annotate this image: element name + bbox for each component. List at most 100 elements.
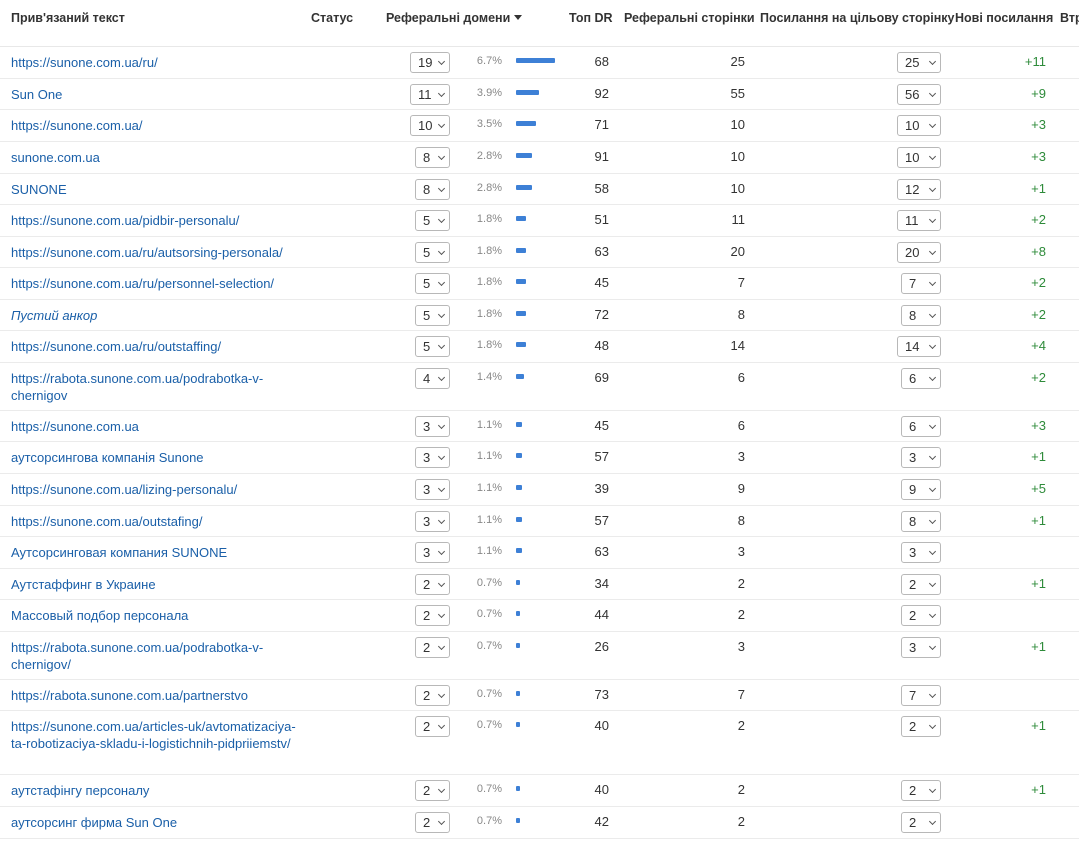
- ref-domains-dropdown[interactable]: 2: [415, 685, 450, 706]
- target-links-dropdown[interactable]: 2: [901, 605, 941, 626]
- target-links-dropdown[interactable]: 8: [901, 511, 941, 532]
- chevron-down-icon: [437, 184, 446, 192]
- target-links-dropdown[interactable]: 12: [897, 179, 941, 200]
- anchor-link[interactable]: Аутстаффинг в Украине: [11, 577, 301, 594]
- column-header-links-to-target[interactable]: Посилання на цільову сторінку: [760, 11, 954, 25]
- ref-domains-dropdown[interactable]: 3: [415, 511, 450, 532]
- target-links-dropdown[interactable]: 20: [897, 242, 941, 263]
- ref-domains-dropdown[interactable]: 4: [415, 368, 450, 389]
- target-links-value: 56: [905, 87, 920, 102]
- ref-domains-dropdown[interactable]: 2: [415, 605, 450, 626]
- ref-pages-value: 2: [737, 607, 745, 622]
- column-header-new-links[interactable]: Нові посилання: [955, 11, 1053, 25]
- target-links-dropdown[interactable]: 3: [901, 637, 941, 658]
- ref-domains-share-bar: [516, 279, 526, 284]
- ref-domains-dropdown[interactable]: 19: [410, 52, 450, 73]
- column-header-lost[interactable]: Втр: [1060, 11, 1079, 25]
- target-links-dropdown[interactable]: 56: [897, 84, 941, 105]
- anchor-link[interactable]: https://sunone.com.ua/ru/autsorsing-pers…: [11, 245, 301, 262]
- chevron-down-icon: [437, 690, 446, 698]
- target-links-value: 2: [909, 815, 917, 830]
- ref-domains-dropdown[interactable]: 8: [415, 179, 450, 200]
- target-links-dropdown[interactable]: 2: [901, 716, 941, 737]
- target-links-dropdown[interactable]: 9: [901, 479, 941, 500]
- ref-domains-dropdown[interactable]: 5: [415, 273, 450, 294]
- table-row: https://rabota.sunone.com.ua/partnerstvo…: [0, 680, 1079, 711]
- anchor-link[interactable]: https://sunone.com.ua/ru/personnel-selec…: [11, 276, 301, 293]
- table-row: sunone.com.ua 8 2.8% 91 10 10 +3: [0, 142, 1079, 174]
- target-links-dropdown[interactable]: 2: [901, 574, 941, 595]
- anchor-link[interactable]: sunone.com.ua: [11, 150, 301, 167]
- anchor-link[interactable]: аутсорсингова компанія Sunone: [11, 450, 301, 467]
- ref-domains-dropdown[interactable]: 8: [415, 147, 450, 168]
- anchor-link[interactable]: https://sunone.com.ua/lizing-personalu/: [11, 482, 301, 499]
- ref-domains-percent: 1.8%: [476, 245, 502, 257]
- ref-domains-dropdown[interactable]: 3: [415, 479, 450, 500]
- target-links-dropdown[interactable]: 7: [901, 685, 941, 706]
- column-header-top-dr[interactable]: Топ DR: [569, 11, 613, 25]
- ref-domains-percent: 0.7%: [476, 640, 502, 652]
- anchor-link[interactable]: аутстафінгу персоналу: [11, 783, 301, 800]
- anchor-link[interactable]: Sun One: [11, 87, 301, 104]
- table-row: Аутстаффинг в Украине 2 0.7% 34 2 2 +1: [0, 569, 1079, 600]
- anchor-link[interactable]: SUNONE: [11, 182, 301, 199]
- ref-domains-dropdown[interactable]: 2: [415, 780, 450, 801]
- anchor-link[interactable]: https://sunone.com.ua/pidbir-personalu/: [11, 213, 301, 230]
- target-links-dropdown[interactable]: 2: [901, 780, 941, 801]
- ref-domains-dropdown[interactable]: 3: [415, 542, 450, 563]
- target-links-dropdown[interactable]: 6: [901, 416, 941, 437]
- ref-domains-share-bar: [516, 517, 522, 522]
- chevron-down-icon: [928, 278, 937, 286]
- ref-domains-dropdown[interactable]: 5: [415, 305, 450, 326]
- column-header-status[interactable]: Статус: [311, 11, 353, 25]
- ref-domains-share-bar: [516, 374, 524, 379]
- column-header-ref-pages[interactable]: Реферальні сторінки: [624, 11, 755, 25]
- target-links-dropdown[interactable]: 10: [897, 147, 941, 168]
- ref-domains-dropdown[interactable]: 5: [415, 336, 450, 357]
- target-links-dropdown[interactable]: 3: [901, 542, 941, 563]
- chevron-down-icon: [928, 373, 937, 381]
- anchor-link[interactable]: https://sunone.com.ua/ru/outstaffing/: [11, 339, 301, 356]
- anchor-link[interactable]: https://sunone.com.ua/ru/: [11, 55, 301, 72]
- ref-domains-dropdown[interactable]: 2: [415, 812, 450, 833]
- column-header-anchor[interactable]: Прив'язаний текст: [11, 11, 125, 25]
- ref-domains-percent: 1.1%: [476, 482, 502, 494]
- ref-domains-dropdown[interactable]: 10: [410, 115, 450, 136]
- ref-domains-dropdown[interactable]: 11: [410, 84, 450, 105]
- target-links-dropdown[interactable]: 3: [901, 447, 941, 468]
- ref-domains-value: 2: [423, 688, 431, 703]
- ref-domains-dropdown[interactable]: 2: [415, 574, 450, 595]
- target-links-value: 12: [905, 182, 920, 197]
- ref-domains-dropdown[interactable]: 2: [415, 716, 450, 737]
- anchor-link[interactable]: Массовый подбор персонала: [11, 608, 301, 625]
- anchor-link[interactable]: Аутсорсинговая компания SUNONE: [11, 545, 301, 562]
- ref-domains-dropdown[interactable]: 5: [415, 242, 450, 263]
- new-links-value: +1: [1031, 718, 1046, 733]
- ref-domains-percent: 6.7%: [476, 55, 502, 67]
- anchor-link[interactable]: аутсорсинг фирма Sun One: [11, 815, 301, 832]
- target-links-value: 8: [909, 308, 917, 323]
- anchor-link[interactable]: https://rabota.sunone.com.ua/partnerstvo: [11, 688, 301, 705]
- anchor-link[interactable]: https://rabota.sunone.com.ua/podrabotka-…: [11, 640, 301, 673]
- anchor-link[interactable]: https://sunone.com.ua/outstafing/: [11, 514, 301, 531]
- target-links-dropdown[interactable]: 10: [897, 115, 941, 136]
- anchor-link[interactable]: https://sunone.com.ua/articles-uk/avtoma…: [11, 719, 301, 752]
- ref-domains-dropdown[interactable]: 5: [415, 210, 450, 231]
- target-links-dropdown[interactable]: 14: [897, 336, 941, 357]
- anchor-link[interactable]: https://sunone.com.ua: [11, 419, 301, 436]
- target-links-dropdown[interactable]: 8: [901, 305, 941, 326]
- anchor-link[interactable]: https://rabota.sunone.com.ua/podrabotka-…: [11, 371, 301, 404]
- ref-domains-dropdown[interactable]: 3: [415, 447, 450, 468]
- column-header-ref-domains[interactable]: Реферальні домени: [386, 11, 523, 25]
- target-links-dropdown[interactable]: 6: [901, 368, 941, 389]
- target-links-dropdown[interactable]: 2: [901, 812, 941, 833]
- anchor-link[interactable]: Пустий анкор: [11, 308, 301, 325]
- target-links-dropdown[interactable]: 11: [897, 210, 941, 231]
- target-links-dropdown[interactable]: 25: [897, 52, 941, 73]
- chevron-down-icon: [437, 89, 446, 97]
- target-links-dropdown[interactable]: 7: [901, 273, 941, 294]
- ref-domains-dropdown[interactable]: 2: [415, 637, 450, 658]
- anchor-link[interactable]: https://sunone.com.ua/: [11, 118, 301, 135]
- ref-domains-percent: 1.8%: [476, 308, 502, 320]
- ref-domains-dropdown[interactable]: 3: [415, 416, 450, 437]
